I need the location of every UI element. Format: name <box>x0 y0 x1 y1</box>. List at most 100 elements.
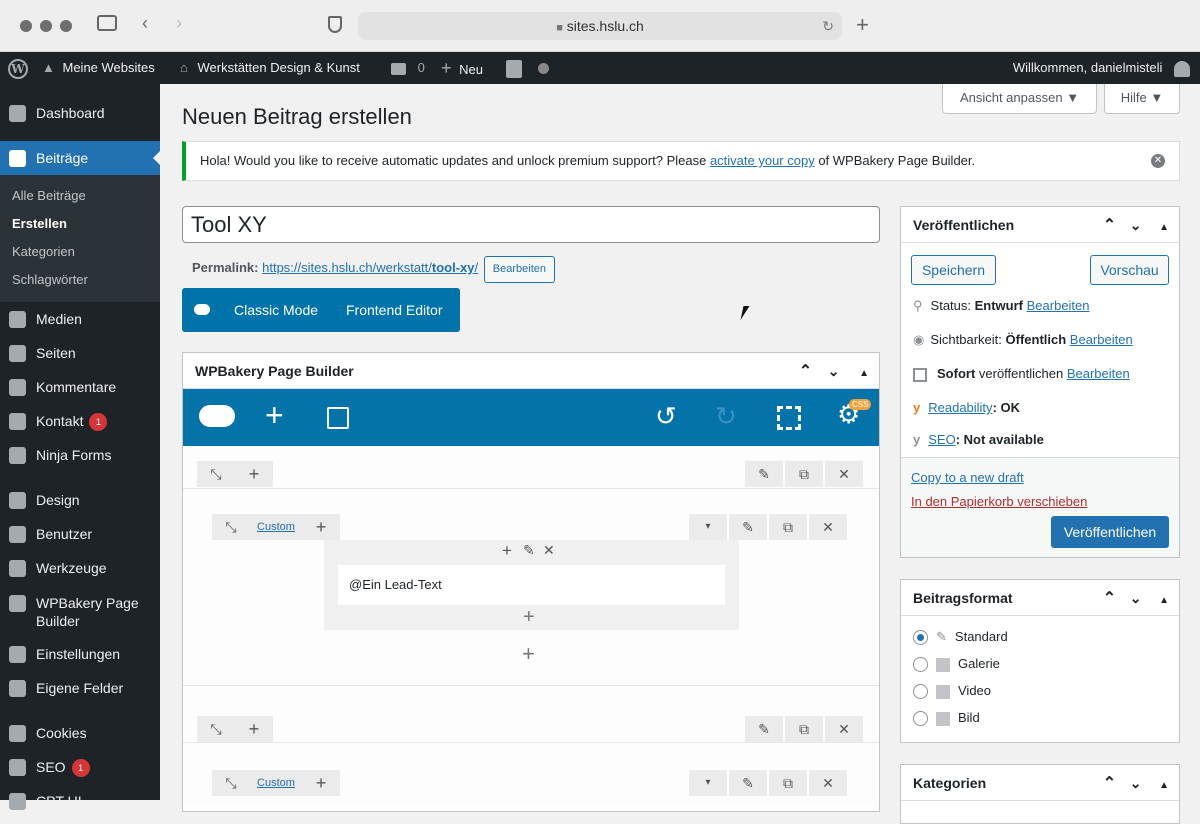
column-custom-link[interactable]: Custom <box>250 514 302 540</box>
publish-button[interactable]: Veröffentlichen <box>1051 516 1169 548</box>
sidebar-item-cpt-ui[interactable]: CPT UI <box>0 784 160 818</box>
wpbakery-logo-icon[interactable] <box>199 405 235 427</box>
submenu-categories[interactable]: Kategorien <box>12 244 75 259</box>
preview-button[interactable]: Vorschau <box>1090 255 1169 285</box>
column-edit-icon[interactable]: ✎ <box>729 770 767 796</box>
collapse-icon[interactable]: ▲ <box>1159 595 1169 606</box>
column-custom-link[interactable]: Custom <box>250 770 302 796</box>
readability-link[interactable]: Readability <box>928 400 992 415</box>
row-add-icon[interactable]: + <box>235 461 273 487</box>
templates-icon[interactable] <box>327 407 349 429</box>
fullscreen-icon[interactable] <box>777 406 801 430</box>
column-toggle-icon[interactable]: ▾ <box>689 514 727 540</box>
comments-menu[interactable]: 0 <box>391 52 425 84</box>
chevron-down-icon[interactable]: ⌄ <box>828 363 840 379</box>
panel-move-controls[interactable]: ⌃ ⌄ ▲ <box>799 353 869 389</box>
redo-icon[interactable]: ↻ <box>715 401 737 432</box>
radio-video[interactable] <box>913 684 928 700</box>
column-delete-icon[interactable]: ✕ <box>809 514 847 540</box>
panel-move-controls[interactable]: ⌃ ⌄ ▲ <box>1103 580 1169 616</box>
my-sites-menu[interactable]: ▲ Meine Websites <box>42 52 155 84</box>
forward-icon[interactable]: › <box>176 13 182 34</box>
reload-icon[interactable]: ↻ <box>822 12 834 40</box>
address-bar[interactable]: ■ sites.hslu.ch ↻ <box>358 12 842 40</box>
row-delete-icon[interactable]: ✕ <box>825 716 863 742</box>
submenu-new-post[interactable]: Erstellen <box>12 216 67 231</box>
column-toggle-icon[interactable]: ▾ <box>689 770 727 796</box>
sidebar-item-media[interactable]: Medien <box>0 302 160 336</box>
undo-icon[interactable]: ↺ <box>655 401 677 432</box>
sidebar-item-tools[interactable]: Werkzeuge <box>0 551 160 585</box>
shield-icon[interactable] <box>328 16 342 33</box>
column-add-icon[interactable]: + <box>302 770 340 796</box>
chevron-down-icon[interactable]: ⌄ <box>1130 775 1142 791</box>
column-delete-icon[interactable]: ✕ <box>809 770 847 796</box>
trash-link[interactable]: In den Papierkorb verschieben <box>911 494 1087 509</box>
save-draft-button[interactable]: Speichern <box>911 255 996 285</box>
status-edit-link[interactable]: Bearbeiten <box>1027 298 1090 313</box>
collapse-icon[interactable]: ▲ <box>1159 780 1169 791</box>
panel-move-controls[interactable]: ⌃ ⌄ ▲ <box>1103 765 1169 801</box>
column-edit-icon[interactable]: ✎ <box>729 514 767 540</box>
frontend-editor-button[interactable]: Frontend Editor <box>346 288 443 332</box>
row-drag-icon[interactable]: ⤡ <box>197 716 235 742</box>
sidebar-item-seo[interactable]: SEO 1 <box>0 750 160 784</box>
sidebar-item-cookies[interactable]: Cookies <box>0 716 160 750</box>
schedule-edit-link[interactable]: Bearbeiten <box>1067 366 1130 381</box>
sidebar-item-ninja-forms[interactable]: Ninja Forms <box>0 438 160 472</box>
panel-move-controls[interactable]: ⌃ ⌄ ▲ <box>1103 207 1169 243</box>
activate-link[interactable]: activate your copy <box>710 153 815 168</box>
permalink-link[interactable]: https://sites.hslu.ch/werkstatt/tool-xy/ <box>262 260 478 275</box>
back-icon[interactable]: ‹ <box>142 13 148 34</box>
row-drag-icon[interactable]: ⤡ <box>197 461 235 487</box>
row-edit-icon[interactable]: ✎ <box>745 716 783 742</box>
chevron-up-icon[interactable]: ⌃ <box>1103 775 1116 792</box>
visibility-edit-link[interactable]: Bearbeiten <box>1070 332 1133 347</box>
row-add-icon[interactable]: + <box>235 716 273 742</box>
chevron-up-icon[interactable]: ⌃ <box>1103 217 1116 234</box>
site-name-menu[interactable]: ⌂ Werkstätten Design & Kunst <box>180 52 360 84</box>
permalink-edit-button[interactable]: Bearbeiten <box>483 256 555 283</box>
sidebar-item-settings[interactable]: Einstellungen <box>0 637 160 671</box>
classic-mode-button[interactable]: Classic Mode <box>234 288 318 332</box>
sidebar-item-custom-fields[interactable]: Eigene Felder <box>0 671 160 705</box>
new-content-menu[interactable]: + Neu <box>441 52 483 84</box>
sidebar-item-users[interactable]: Benutzer <box>0 517 160 551</box>
seo-link[interactable]: SEO <box>928 432 955 447</box>
sidebar-item-contact[interactable]: Kontakt 1 <box>0 404 160 438</box>
element-delete-icon[interactable]: ✕ <box>543 542 555 559</box>
radio-image[interactable] <box>913 711 928 727</box>
chevron-up-icon[interactable]: ⌃ <box>1103 590 1116 607</box>
format-option-video[interactable]: Video <box>913 683 991 700</box>
chevron-down-icon[interactable]: ⌄ <box>1130 590 1142 606</box>
submenu-tags[interactable]: Schlagwörter <box>12 272 88 287</box>
row-clone-icon[interactable]: ⧉ <box>785 461 823 487</box>
submenu-all-posts[interactable]: Alle Beiträge <box>12 188 86 203</box>
window-zoom-button[interactable] <box>60 20 72 32</box>
format-option-standard[interactable]: ✎ Standard <box>913 629 1008 646</box>
row-clone-icon[interactable]: ⧉ <box>785 716 823 742</box>
sidebar-item-design[interactable]: Design <box>0 483 160 517</box>
column-drag-icon[interactable]: ⤡ <box>212 770 250 796</box>
row-delete-icon[interactable]: ✕ <box>825 461 863 487</box>
format-option-gallery[interactable]: Galerie <box>913 656 1000 673</box>
sidebar-item-comments[interactable]: Kommentare <box>0 370 160 404</box>
lead-text-element[interactable]: @Ein Lead-Text <box>338 565 725 605</box>
column-clone-icon[interactable]: ⧉ <box>769 514 807 540</box>
screen-options-button[interactable]: Ansicht anpassen ▼ <box>942 84 1097 114</box>
account-menu[interactable]: Willkommen, danielmisteli <box>1013 52 1190 84</box>
chevron-down-icon[interactable]: ⌄ <box>1130 217 1142 233</box>
radio-gallery[interactable] <box>913 657 928 673</box>
yoast-menu[interactable] <box>506 52 549 84</box>
radio-standard[interactable] <box>913 630 928 646</box>
add-element-icon[interactable]: + <box>265 397 284 433</box>
sidebar-toggle-icon[interactable] <box>97 15 117 31</box>
window-minimize-button[interactable] <box>40 20 52 32</box>
post-title-input[interactable]: Tool XY <box>182 206 880 243</box>
column-add-element-icon[interactable]: + <box>522 641 535 667</box>
format-option-image[interactable]: Bild <box>913 710 980 727</box>
sidebar-item-wpbakery[interactable]: WPBakery Page Builder <box>0 586 160 629</box>
sidebar-item-dashboard[interactable]: Dashboard <box>0 96 160 130</box>
row-edit-icon[interactable]: ✎ <box>745 461 783 487</box>
collapse-icon[interactable]: ▲ <box>859 368 869 379</box>
